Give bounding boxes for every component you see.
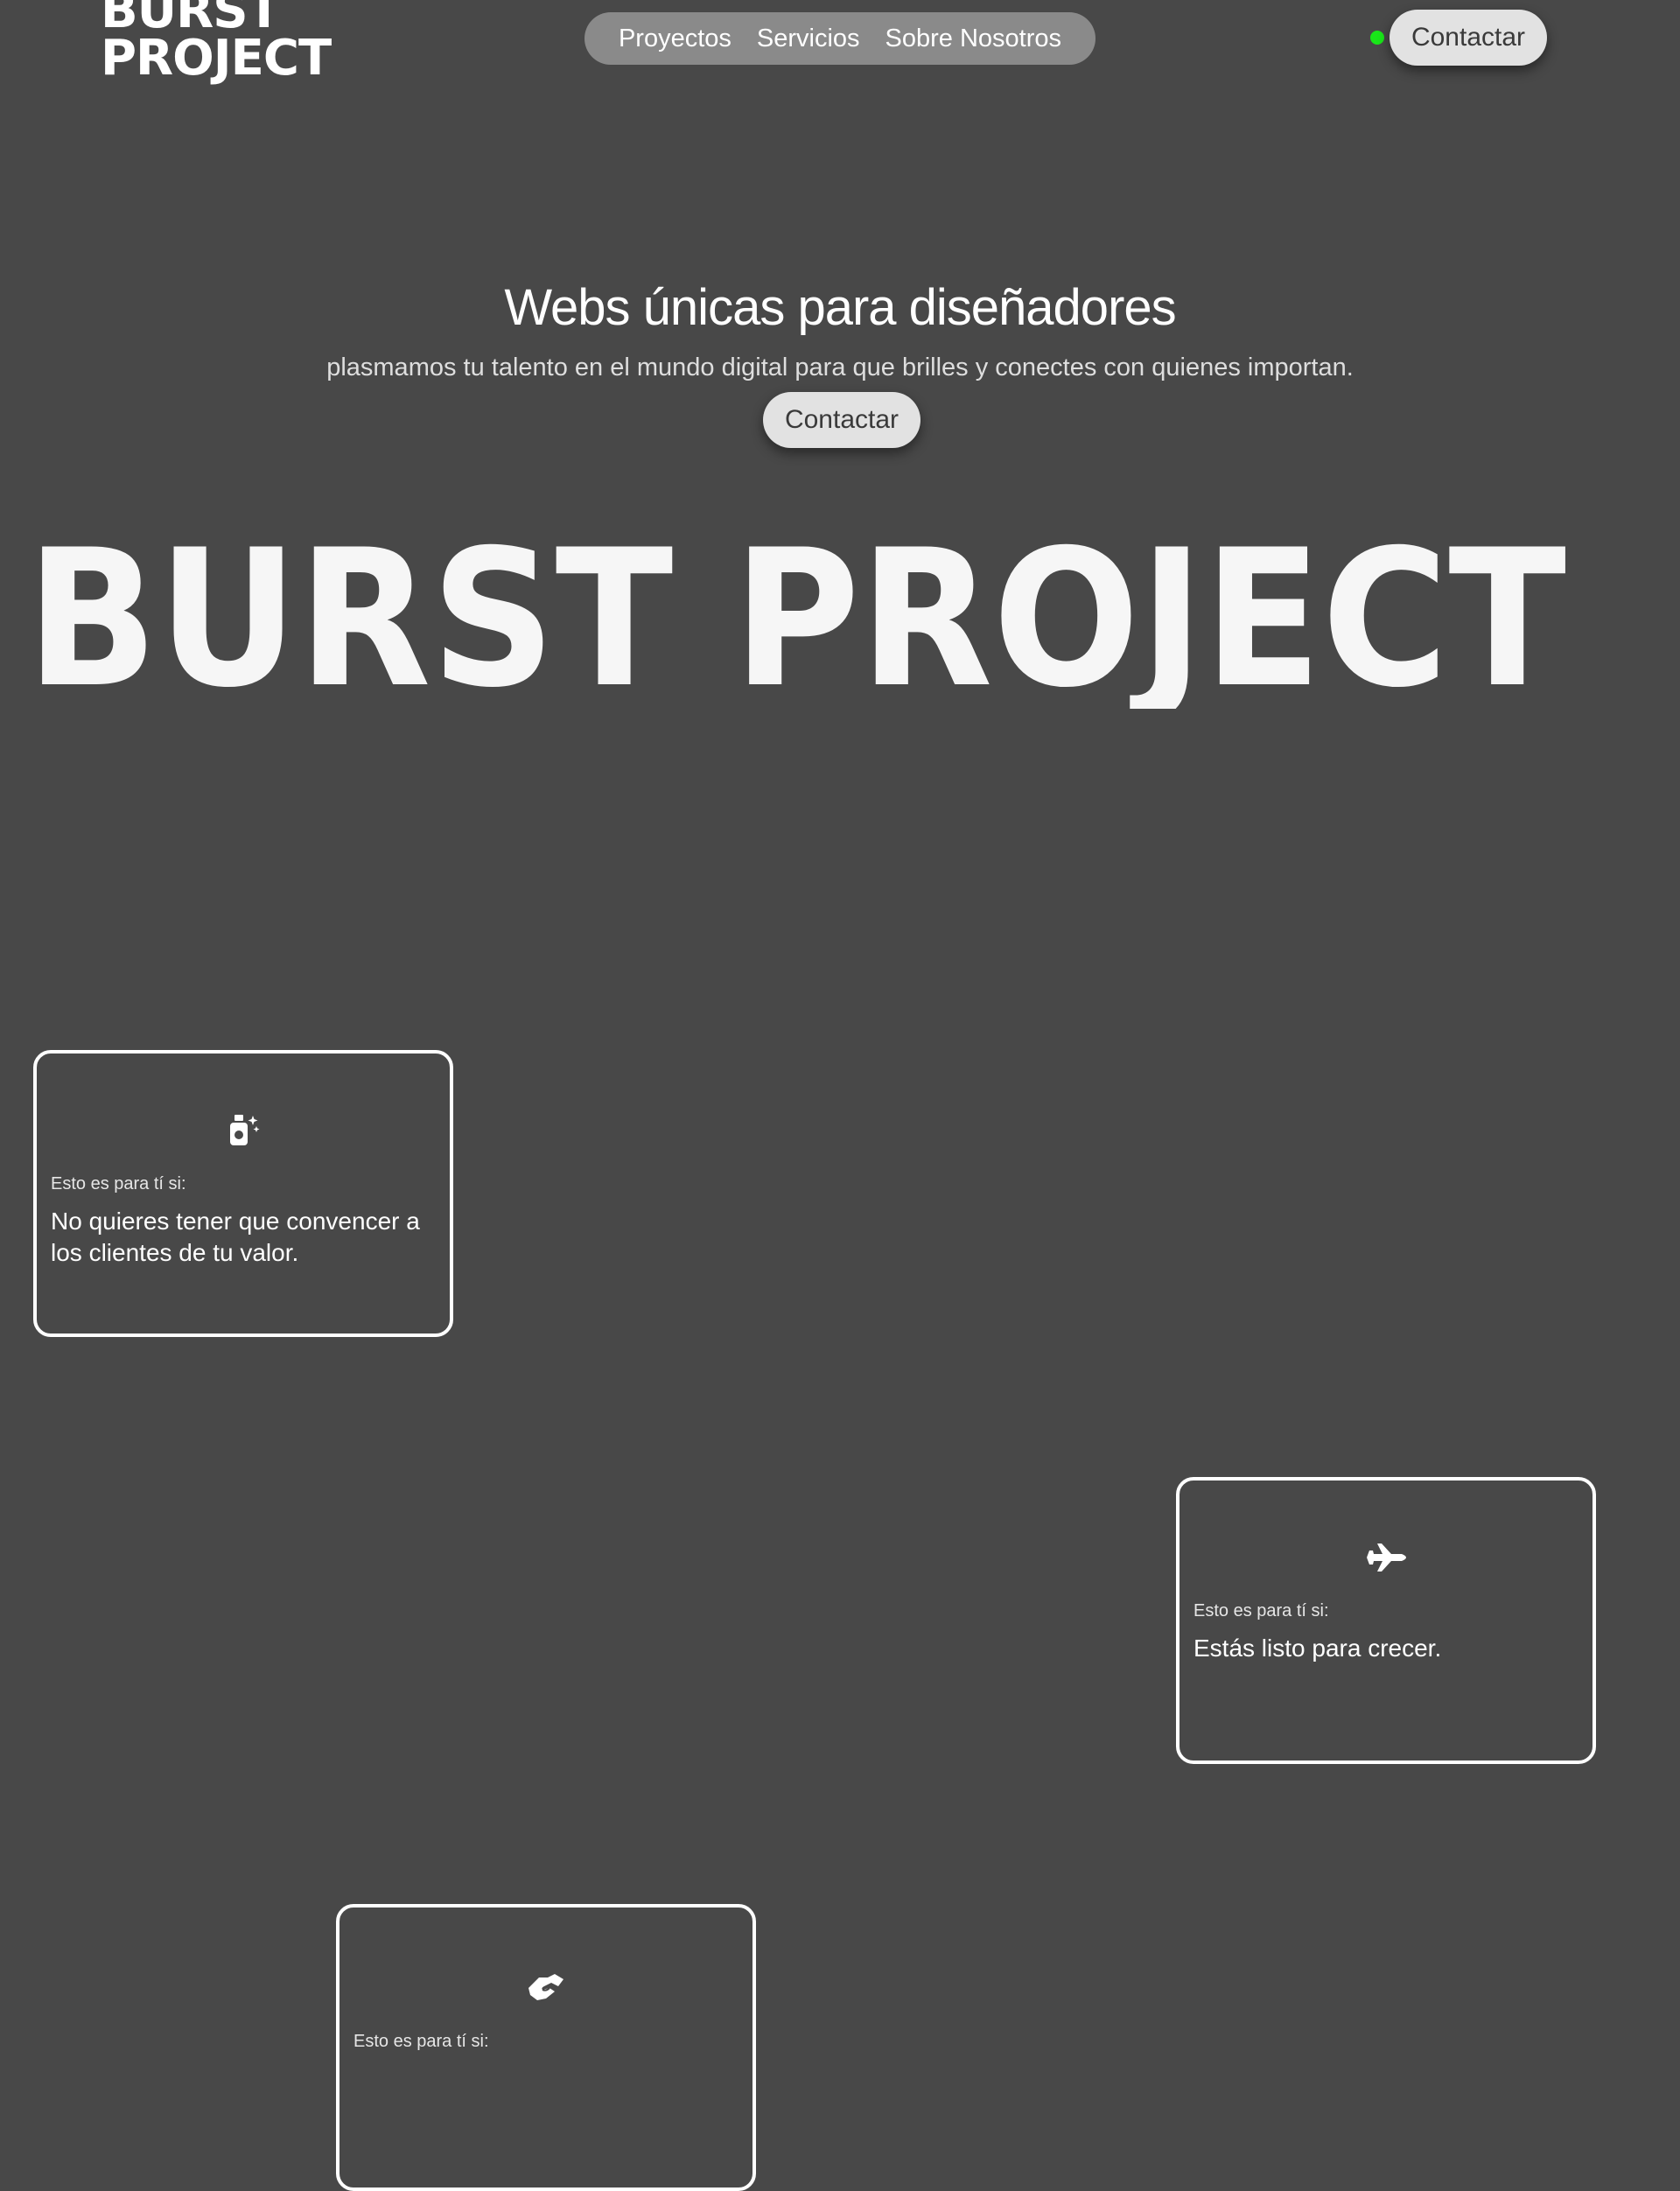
audience-card: Esto es para tí si: Estás listo para cre… bbox=[1176, 1477, 1596, 1764]
audience-card: Esto es para tí si: bbox=[336, 1904, 756, 2191]
card-text: No quieres tener que convencer a los cli… bbox=[51, 1208, 420, 1266]
nav-link-sobre-nosotros[interactable]: Sobre Nosotros bbox=[886, 24, 1062, 53]
hero-subtitle: plasmamos tu talento en el mundo digital… bbox=[326, 354, 1354, 382]
main-nav: Proyectos Servicios Sobre Nosotros bbox=[584, 12, 1096, 65]
site-logo[interactable]: BURST PROJECT bbox=[101, 0, 332, 87]
handshake-icon bbox=[340, 1969, 752, 2004]
brand-wordmark: BURST PROJECT bbox=[26, 516, 1566, 709]
card-kicker: Esto es para tí si: bbox=[1194, 1601, 1329, 1620]
card-kicker: Esto es para tí si: bbox=[51, 1174, 186, 1194]
hero-contact-button[interactable]: Contactar bbox=[763, 392, 920, 448]
card-text: Estás listo para crecer. bbox=[1194, 1634, 1442, 1662]
online-status-dot bbox=[1370, 31, 1384, 45]
header-contact-button[interactable]: Contactar bbox=[1390, 10, 1547, 66]
audience-card: Esto es para tí si: No quieres tener que… bbox=[33, 1050, 453, 1337]
card-kicker: Esto es para tí si: bbox=[354, 2032, 489, 2051]
hero-title: Webs únicas para diseñadores bbox=[504, 279, 1176, 336]
logo-line-2: PROJECT bbox=[101, 30, 332, 87]
brand-wordmark-text: BURST PROJECT bbox=[26, 516, 1566, 709]
perfume-bottle-sparkles-icon bbox=[37, 1113, 450, 1148]
nav-link-proyectos[interactable]: Proyectos bbox=[619, 24, 732, 53]
nav-link-servicios[interactable]: Servicios bbox=[757, 24, 860, 53]
jet-plane-icon bbox=[1180, 1540, 1592, 1575]
